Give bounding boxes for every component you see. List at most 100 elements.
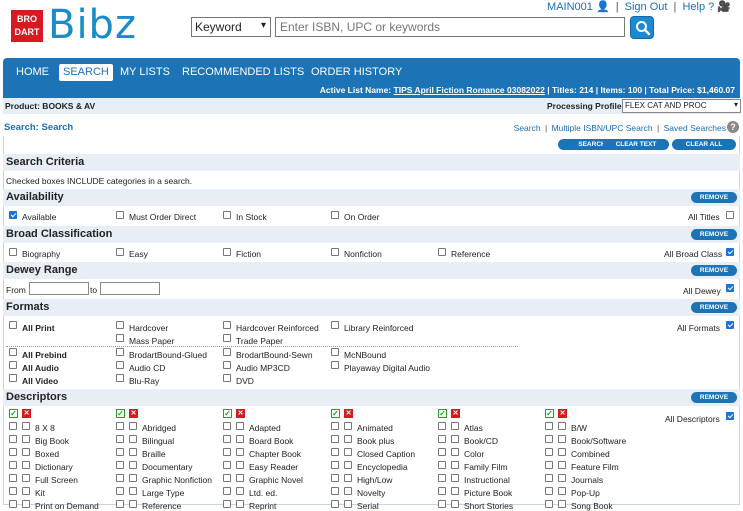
exclude-all-icon[interactable]: ✕	[129, 409, 138, 418]
exclude-all-icon[interactable]: ✕	[451, 409, 460, 418]
descriptor-include-checkbox[interactable]	[9, 487, 17, 495]
descriptor-include-checkbox[interactable]	[9, 461, 17, 469]
descriptor-exclude-checkbox[interactable]	[344, 448, 352, 456]
descriptor-exclude-checkbox[interactable]	[129, 461, 137, 469]
hardcover-reinforced-checkbox[interactable]	[223, 321, 231, 329]
library-reinforced-checkbox[interactable]	[331, 321, 339, 329]
descriptor-exclude-checkbox[interactable]	[451, 435, 459, 443]
descriptor-include-checkbox[interactable]	[116, 422, 124, 430]
descriptor-include-checkbox[interactable]	[116, 474, 124, 482]
descriptor-exclude-checkbox[interactable]	[451, 474, 459, 482]
descriptor-exclude-checkbox[interactable]	[129, 500, 137, 508]
user-link[interactable]: MAIN001	[547, 1, 593, 13]
descriptor-include-checkbox[interactable]	[331, 500, 339, 508]
sign-out-link[interactable]: Sign Out	[625, 1, 668, 13]
blu-ray-checkbox[interactable]	[116, 374, 124, 382]
descriptor-exclude-checkbox[interactable]	[22, 474, 30, 482]
brodartbound-glued-checkbox[interactable]	[116, 348, 124, 356]
descriptor-include-checkbox[interactable]	[223, 422, 231, 430]
available-checkbox[interactable]	[9, 211, 17, 219]
descriptor-include-checkbox[interactable]	[223, 487, 231, 495]
remove-formats-button[interactable]: REMOVE	[691, 302, 737, 313]
nav-my-lists[interactable]: MY LISTS	[116, 64, 174, 81]
descriptor-include-checkbox[interactable]	[223, 474, 231, 482]
remove-availability-button[interactable]: REMOVE	[691, 192, 737, 203]
descriptor-include-checkbox[interactable]	[9, 474, 17, 482]
descriptor-exclude-checkbox[interactable]	[22, 461, 30, 469]
descriptor-include-checkbox[interactable]	[438, 435, 446, 443]
active-list-link[interactable]: TIPS April Fiction Romance 03082022	[394, 85, 545, 95]
all-print-checkbox[interactable]	[9, 321, 17, 329]
descriptor-include-checkbox[interactable]	[438, 474, 446, 482]
descriptor-exclude-checkbox[interactable]	[22, 422, 30, 430]
saved-searches-link[interactable]: Saved Searches	[664, 123, 726, 133]
include-all-icon[interactable]: ✓	[116, 409, 125, 418]
descriptor-include-checkbox[interactable]	[545, 487, 553, 495]
help-icon[interactable]: ?	[727, 121, 739, 133]
descriptor-exclude-checkbox[interactable]	[344, 422, 352, 430]
playaway-digital-audio-checkbox[interactable]	[331, 361, 339, 369]
trade-paper-checkbox[interactable]	[223, 334, 231, 342]
bibz-logo-text[interactable]: Bibz	[48, 2, 137, 48]
descriptor-include-checkbox[interactable]	[223, 435, 231, 443]
exclude-all-icon[interactable]: ✕	[558, 409, 567, 418]
nav-home[interactable]: HOME	[12, 64, 53, 81]
descriptor-include-checkbox[interactable]	[331, 461, 339, 469]
descriptor-include-checkbox[interactable]	[116, 500, 124, 508]
descriptor-exclude-checkbox[interactable]	[22, 448, 30, 456]
audio-mp3cd-checkbox[interactable]	[223, 361, 231, 369]
include-all-icon[interactable]: ✓	[9, 409, 18, 418]
search-button[interactable]	[630, 16, 654, 39]
hardcover-checkbox[interactable]	[116, 321, 124, 329]
audio-cd-checkbox[interactable]	[116, 361, 124, 369]
fiction-checkbox[interactable]	[223, 248, 231, 256]
include-all-icon[interactable]: ✓	[545, 409, 554, 418]
all-descriptors-checkbox[interactable]	[726, 412, 734, 420]
mass-paper-checkbox[interactable]	[116, 334, 124, 342]
descriptor-exclude-checkbox[interactable]	[451, 487, 459, 495]
nav-order-history[interactable]: ORDER HISTORY	[307, 64, 406, 81]
search-input[interactable]: Enter ISBN, UPC or keywords	[275, 17, 625, 37]
descriptor-exclude-checkbox[interactable]	[558, 448, 566, 456]
descriptor-exclude-checkbox[interactable]	[129, 435, 137, 443]
easy-checkbox[interactable]	[116, 248, 124, 256]
all-titles-checkbox[interactable]	[726, 211, 734, 219]
descriptor-include-checkbox[interactable]	[545, 435, 553, 443]
descriptor-exclude-checkbox[interactable]	[451, 461, 459, 469]
help-link[interactable]: Help ?	[682, 1, 714, 13]
descriptor-include-checkbox[interactable]	[545, 422, 553, 430]
descriptor-include-checkbox[interactable]	[223, 461, 231, 469]
descriptor-exclude-checkbox[interactable]	[451, 422, 459, 430]
descriptor-exclude-checkbox[interactable]	[129, 487, 137, 495]
descriptor-include-checkbox[interactable]	[331, 487, 339, 495]
descriptor-include-checkbox[interactable]	[438, 448, 446, 456]
descriptor-exclude-checkbox[interactable]	[236, 435, 244, 443]
include-all-icon[interactable]: ✓	[223, 409, 232, 418]
clear-text-button[interactable]: CLEAR TEXT	[603, 139, 669, 150]
descriptor-include-checkbox[interactable]	[9, 422, 17, 430]
descriptor-exclude-checkbox[interactable]	[451, 448, 459, 456]
remove-descriptors-button[interactable]: REMOVE	[691, 392, 737, 403]
exclude-all-icon[interactable]: ✕	[236, 409, 245, 418]
clear-all-button[interactable]: CLEAR ALL	[672, 139, 736, 150]
descriptor-exclude-checkbox[interactable]	[558, 461, 566, 469]
nav-recommended-lists[interactable]: RECOMMENDED LISTS	[178, 64, 308, 81]
exclude-all-icon[interactable]: ✕	[22, 409, 31, 418]
dewey-to-input[interactable]	[100, 282, 160, 295]
descriptor-exclude-checkbox[interactable]	[236, 500, 244, 508]
all-broad-class-checkbox[interactable]	[726, 248, 734, 256]
descriptor-include-checkbox[interactable]	[545, 500, 553, 508]
descriptor-include-checkbox[interactable]	[545, 448, 553, 456]
descriptor-include-checkbox[interactable]	[9, 448, 17, 456]
descriptor-exclude-checkbox[interactable]	[236, 461, 244, 469]
descriptor-include-checkbox[interactable]	[438, 461, 446, 469]
descriptor-exclude-checkbox[interactable]	[344, 500, 352, 508]
descriptor-exclude-checkbox[interactable]	[22, 487, 30, 495]
descriptor-include-checkbox[interactable]	[116, 435, 124, 443]
descriptor-include-checkbox[interactable]	[331, 435, 339, 443]
descriptor-exclude-checkbox[interactable]	[558, 487, 566, 495]
in-stock-checkbox[interactable]	[223, 211, 231, 219]
nav-search[interactable]: SEARCH	[59, 64, 113, 81]
descriptor-include-checkbox[interactable]	[116, 487, 124, 495]
video-icon[interactable]: 🎥	[717, 1, 731, 13]
